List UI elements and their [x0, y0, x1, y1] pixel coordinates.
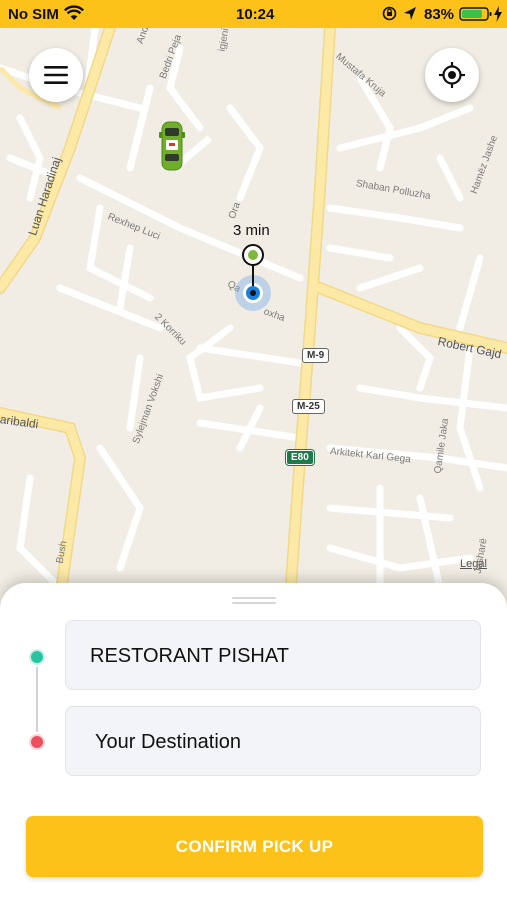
route-badge: M-9 — [302, 348, 330, 363]
my-location-button[interactable] — [425, 48, 479, 102]
booking-sheet: RESTORANT PISHAT Your Destination CONFIR… — [0, 583, 507, 900]
pickup-field[interactable]: RESTORANT PISHAT — [65, 620, 481, 690]
rotation-lock-icon — [382, 6, 397, 21]
charging-bolt-icon — [494, 6, 502, 22]
location-arrow-icon — [404, 7, 416, 20]
street-map — [0, 28, 507, 598]
taxi-car-icon — [159, 121, 185, 171]
legal-link[interactable]: Legal — [460, 558, 487, 570]
clock: 10:24 — [236, 6, 275, 23]
crosshair-location-icon — [439, 62, 465, 88]
route-connector — [36, 667, 38, 732]
drag-handle[interactable] — [232, 597, 276, 605]
battery-percent: 83% — [424, 6, 455, 23]
pickup-dot-icon — [29, 649, 45, 665]
menu-button[interactable] — [29, 48, 83, 102]
destination-field[interactable]: Your Destination — [65, 706, 481, 776]
wifi-icon — [64, 5, 84, 20]
battery-icon — [459, 7, 492, 21]
pickup-pin-icon — [235, 244, 271, 311]
hamburger-menu-icon — [44, 66, 68, 84]
route-badge: M-25 — [292, 399, 325, 414]
carrier-label: No SIM — [8, 6, 59, 23]
eta-label: 3 min — [233, 222, 270, 239]
map-view[interactable]: Andre Bedri Peja igjeni Mustafa Kruja Lu… — [0, 28, 507, 598]
status-bar: No SIM 10:24 83% — [0, 0, 507, 28]
route-badge: E80 — [286, 450, 314, 465]
confirm-pickup-button[interactable]: CONFIRM PICK UP — [26, 816, 483, 877]
destination-dot-icon — [29, 734, 45, 750]
